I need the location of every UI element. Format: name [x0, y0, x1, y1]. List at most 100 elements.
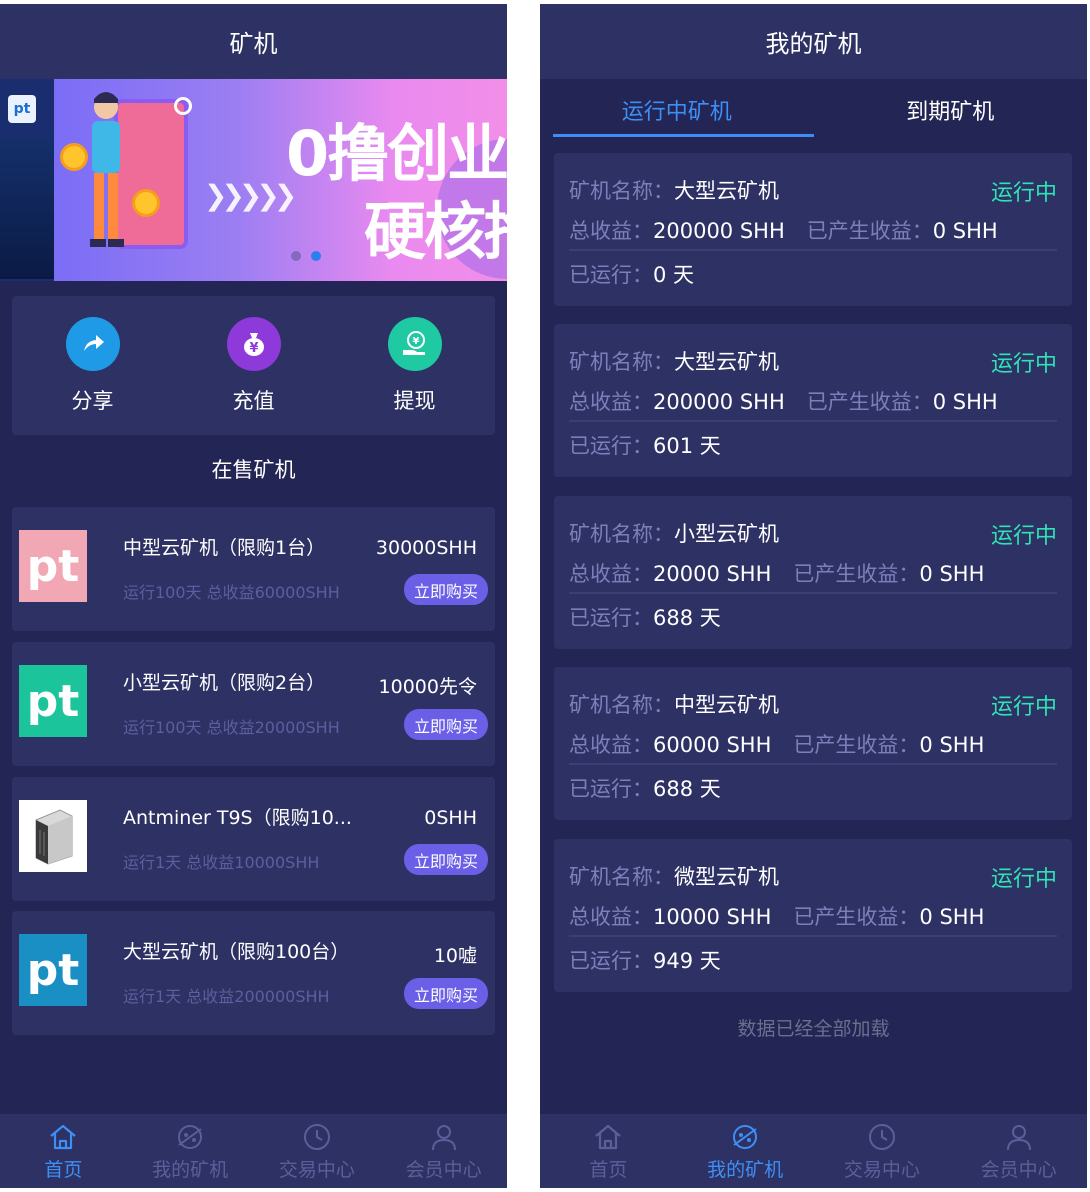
produced-earnings-label: 已产生收益：: [806, 219, 933, 243]
miner-card[interactable]: 矿机名称：中型云矿机 运行中 总收益：60000 SHH 已产生收益：0 SHH …: [554, 667, 1072, 820]
miner-name-label: 矿机名称：: [569, 693, 674, 717]
miner-name: 中型云矿机: [674, 693, 779, 717]
tab-expired-miners[interactable]: 到期矿机: [814, 79, 1088, 141]
miner-name-label: 矿机名称：: [569, 522, 674, 546]
product-card[interactable]: pt 小型云矿机（限购2台） 10000先令 运行100天 总收益20000SH…: [12, 642, 495, 766]
product-desc: 运行100天 总收益20000SHH: [123, 718, 340, 737]
buy-now-button[interactable]: 立即购买: [404, 844, 488, 875]
carousel-dot-active[interactable]: [311, 251, 321, 261]
user-icon: [1006, 1124, 1031, 1150]
running-days: 949 天: [653, 949, 721, 973]
nav-label: 交易中心: [843, 1158, 920, 1181]
running-days-label: 已运行：: [569, 949, 653, 973]
carousel-dots[interactable]: [291, 251, 321, 261]
nav-home[interactable]: 首页: [0, 1114, 127, 1188]
user-icon: [431, 1124, 456, 1150]
withdraw-label: 提现: [393, 388, 436, 413]
running-days-label: 已运行：: [569, 606, 653, 630]
clock-icon: [868, 1123, 895, 1150]
produced-earnings: 0 SHH: [919, 905, 985, 929]
product-name: 中型云矿机（限购1台）: [123, 537, 326, 559]
running-days-label: 已运行：: [569, 263, 653, 287]
svg-text:¥: ¥: [249, 341, 258, 356]
product-thumbnail: pt: [19, 934, 87, 1006]
product-thumbnail: pt: [19, 530, 87, 602]
running-days: 601 天: [653, 434, 721, 458]
product-price: 30000SHH: [375, 537, 477, 559]
carousel-dot[interactable]: [291, 251, 301, 261]
nav-member-center[interactable]: 会员中心: [380, 1114, 507, 1188]
produced-earnings-label: 已产生收益：: [806, 390, 933, 414]
total-earnings: 20000 SHH: [653, 562, 772, 586]
bottom-nav: 首页 我的矿机 交易中心 会员中心: [0, 1114, 507, 1188]
product-name: 小型云矿机（限购2台）: [123, 672, 326, 694]
pt-logo-icon: pt: [26, 675, 80, 727]
banner-side-art: [0, 139, 54, 279]
product-card[interactable]: pt 大型云矿机（限购100台） 10嘘 运行1天 总收益200000SHH 立…: [12, 911, 495, 1035]
banner-artwork: ❯❯❯❯❯ 0撸创业 硬核挣钱: [54, 79, 507, 281]
end-of-list-text: 数据已经全部加载: [737, 1018, 890, 1040]
miner-card[interactable]: 矿机名称：大型云矿机 运行中 总收益：200000 SHH 已产生收益：0 SHH…: [554, 324, 1072, 477]
total-earnings: 200000 SHH: [653, 219, 785, 243]
pt-logo-icon: pt: [26, 540, 80, 592]
status-badge: 运行中: [990, 867, 1057, 892]
home-icon: [50, 1124, 77, 1149]
buy-now-button[interactable]: 立即购买: [404, 574, 488, 605]
nav-label: 会员中心: [980, 1158, 1057, 1181]
banner-side-panel: pt: [0, 79, 54, 281]
money-bag-icon: ¥: [226, 316, 281, 371]
running-days-label: 已运行：: [569, 777, 653, 801]
running-days-label: 已运行：: [569, 434, 653, 458]
divider: [569, 249, 1057, 251]
nav-home[interactable]: 首页: [540, 1114, 677, 1188]
share-label: 分享: [71, 388, 114, 413]
total-earnings-label: 总收益：: [569, 733, 653, 757]
product-card[interactable]: pt 中型云矿机（限购1台） 30000SHH 运行100天 总收益60000S…: [12, 507, 495, 631]
recharge-button[interactable]: ¥ 充值: [199, 316, 309, 415]
miner-device-icon: [35, 809, 73, 865]
buy-now-button[interactable]: 立即购买: [404, 978, 488, 1009]
bottom-nav: 首页 我的矿机 交易中心 会员中心: [540, 1114, 1087, 1188]
my-miners-screen: 我的矿机 运行中矿机 到期矿机 矿机名称：大型云矿机 运行中 总收益：20000…: [540, 4, 1087, 1188]
product-price: 10000先令: [378, 676, 477, 698]
nav-my-miners[interactable]: 我的矿机: [677, 1114, 814, 1188]
nav-label: 交易中心: [278, 1158, 355, 1181]
coin-icon: [60, 143, 88, 171]
produced-earnings-label: 已产生收益：: [793, 905, 920, 929]
miner-name: 微型云矿机: [674, 865, 779, 889]
miner-name-label: 矿机名称：: [569, 179, 674, 203]
svg-text:¥: ¥: [412, 336, 419, 347]
product-desc: 运行100天 总收益60000SHH: [123, 583, 340, 602]
product-card[interactable]: Antminer T9S（限购10... 0SHH 运行1天 总收益10000S…: [12, 777, 495, 901]
share-button[interactable]: 分享: [38, 316, 148, 415]
miner-card[interactable]: 矿机名称：小型云矿机 运行中 总收益：20000 SHH 已产生收益：0 SHH …: [554, 496, 1072, 649]
miner-card[interactable]: 矿机名称：微型云矿机 运行中 总收益：10000 SHH 已产生收益：0 SHH …: [554, 839, 1072, 992]
share-icon: [65, 316, 120, 371]
nav-my-miners[interactable]: 我的矿机: [127, 1114, 254, 1188]
nav-trade-center[interactable]: 交易中心: [814, 1114, 951, 1188]
tab-running-miners[interactable]: 运行中矿机: [540, 79, 814, 141]
page-title: 矿机: [0, 4, 507, 79]
quick-actions: 分享 ¥ 充值 ¥ 提现: [12, 296, 495, 435]
divider: [569, 935, 1057, 937]
promo-banner[interactable]: pt ❯❯❯❯❯ 0撸创业 硬核挣钱: [0, 79, 507, 281]
nav-trade-center[interactable]: 交易中心: [254, 1114, 381, 1188]
total-earnings-label: 总收益：: [569, 905, 653, 929]
nav-member-center[interactable]: 会员中心: [950, 1114, 1087, 1188]
person-illustration: [90, 92, 124, 247]
status-badge: 运行中: [990, 352, 1057, 377]
nav-label: 我的矿机: [707, 1158, 784, 1181]
buy-now-button[interactable]: 立即购买: [404, 709, 488, 740]
miner-home-screen: 矿机 pt ❯❯❯❯❯ 0撸创业 硬核挣钱: [0, 4, 507, 1188]
miner-card[interactable]: 矿机名称：大型云矿机 运行中 总收益：200000 SHH 已产生收益：0 SHH…: [554, 153, 1072, 306]
status-badge: 运行中: [990, 695, 1057, 720]
divider: [569, 592, 1057, 594]
nav-label: 我的矿机: [152, 1158, 229, 1181]
withdraw-button[interactable]: ¥ 提现: [360, 316, 470, 415]
nav-label: 首页: [44, 1158, 83, 1181]
miner-name-label: 矿机名称：: [569, 350, 674, 374]
produced-earnings: 0 SHH: [932, 390, 998, 414]
banner-headline-2: 硬核挣钱: [364, 195, 507, 268]
miner-tabs: 运行中矿机 到期矿机: [540, 79, 1087, 141]
miner-name: 大型云矿机: [674, 350, 779, 374]
